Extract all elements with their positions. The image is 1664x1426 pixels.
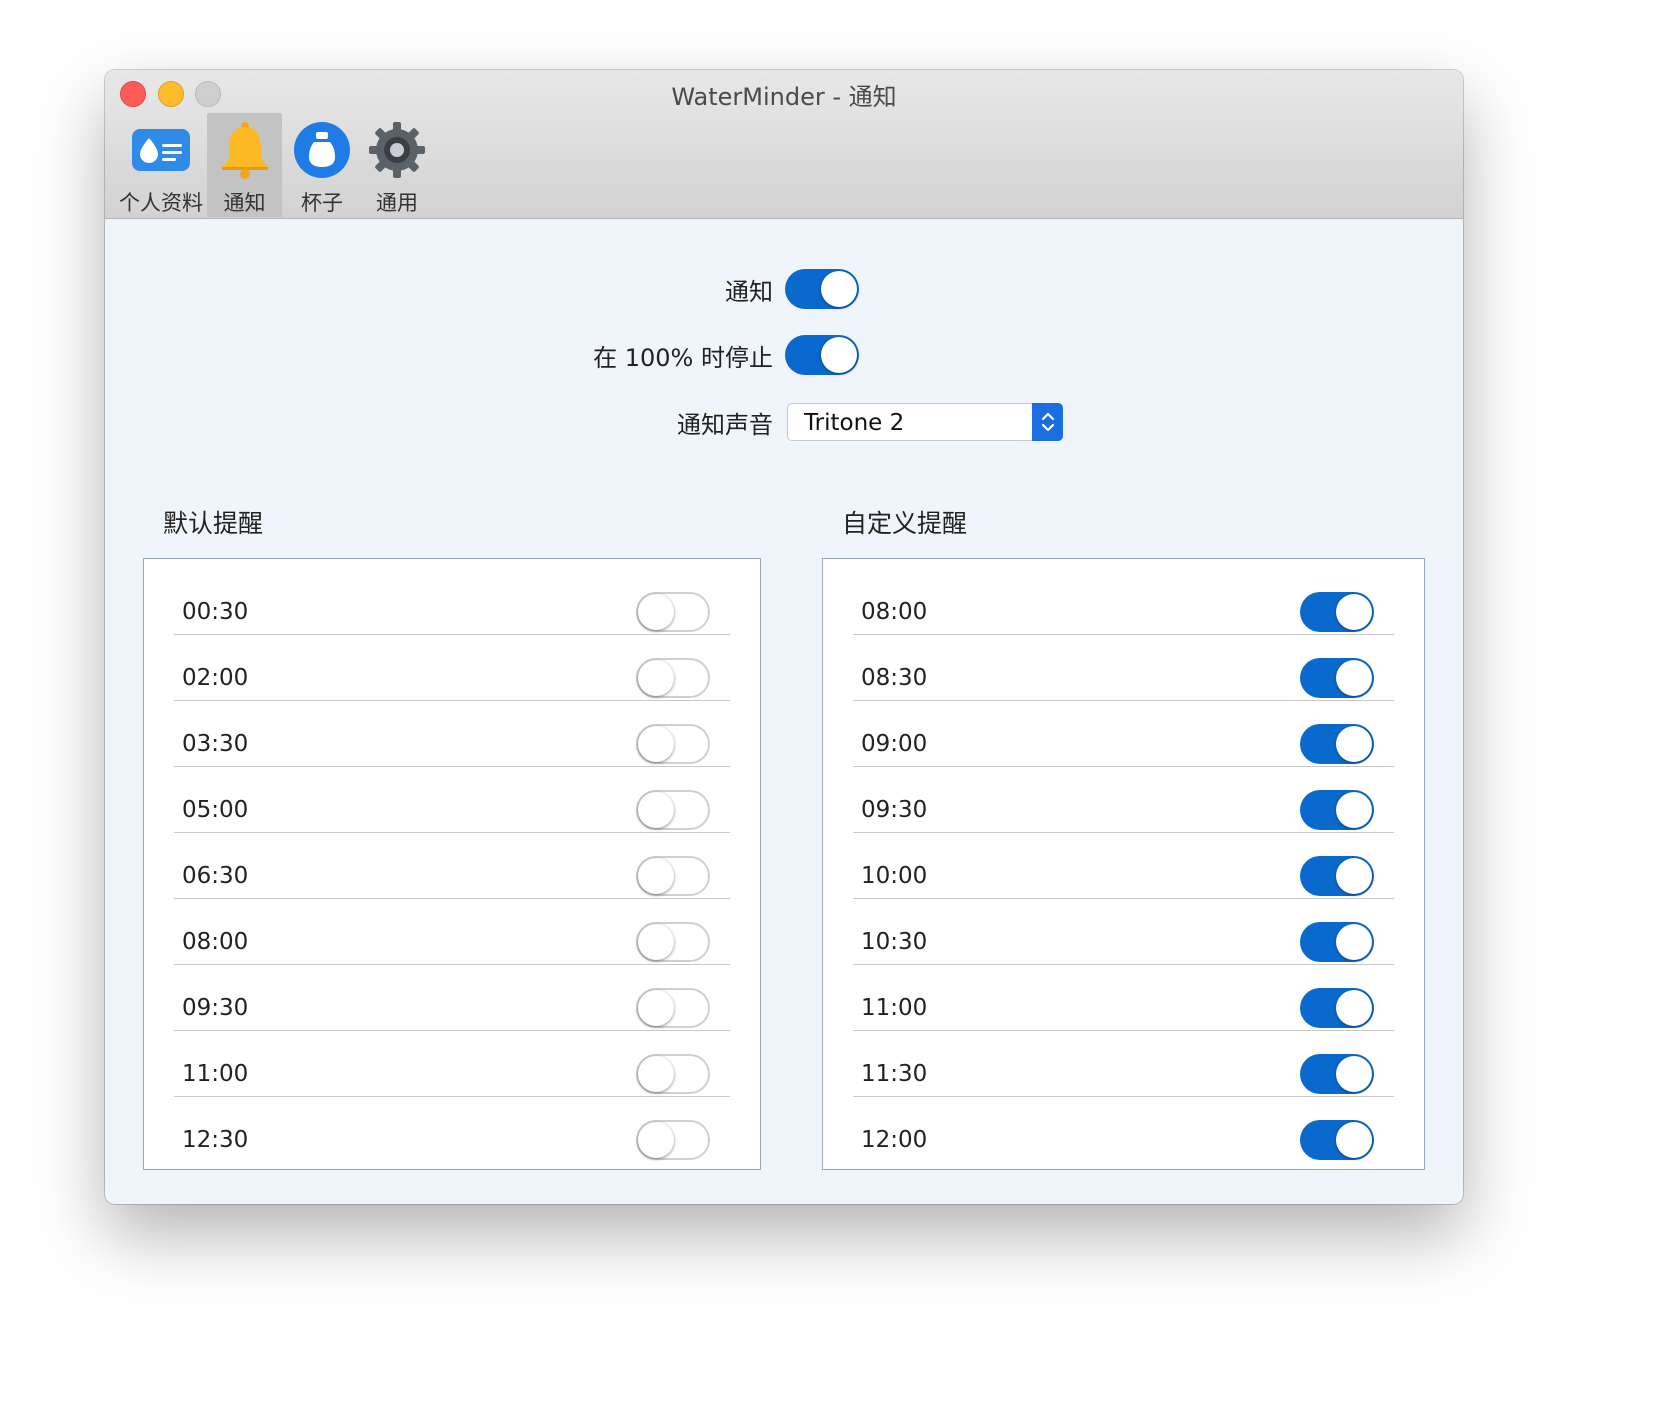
reminder-time: 03:30	[182, 731, 249, 757]
reminder-time: 09:30	[861, 797, 928, 823]
reminder-time: 10:30	[861, 929, 928, 955]
reminder-time: 06:30	[182, 863, 249, 889]
default-reminders-title: 默认提醒	[163, 509, 264, 538]
reminder-toggle[interactable]	[636, 922, 710, 962]
reminder-toggle[interactable]	[636, 724, 710, 764]
reminder-toggle[interactable]	[1300, 724, 1374, 764]
reminder-time: 11:30	[861, 1061, 928, 1087]
preferences-toolbar: 个人资料 通知 杯子 通用	[115, 113, 432, 217]
stop-at-100-label: 在 100% 时停止	[593, 343, 773, 372]
reminder-time: 08:00	[182, 929, 249, 955]
reminder-row: 06:30	[174, 833, 730, 899]
reminder-toggle[interactable]	[636, 658, 710, 698]
reminder-toggle[interactable]	[1300, 922, 1374, 962]
reminder-time: 12:30	[182, 1127, 249, 1153]
reminder-row: 09:00	[853, 701, 1394, 767]
reminder-row: 11:00	[174, 1031, 730, 1097]
reminder-row: 09:30	[853, 767, 1394, 833]
default-reminders-list: 00:30 02:00 03:30 05:00 06:30 08:00 09:30 11:00…	[143, 558, 761, 1170]
reminder-row: 09:30	[174, 965, 730, 1031]
reminder-row: 08:30	[853, 635, 1394, 701]
reminder-toggle[interactable]	[1300, 1120, 1374, 1160]
reminder-row: 03:30	[174, 701, 730, 767]
reminder-time: 00:30	[182, 599, 249, 625]
reminder-row: 11:30	[853, 1031, 1394, 1097]
reminder-time: 08:30	[861, 665, 928, 691]
tab-label: 通知	[223, 191, 266, 215]
window-title: WaterMinder - 通知	[671, 83, 897, 111]
reminder-toggle[interactable]	[1300, 1054, 1374, 1094]
reminder-toggle[interactable]	[636, 856, 710, 896]
reminder-row: 05:00	[174, 767, 730, 833]
notifications-toggle[interactable]	[785, 269, 859, 309]
tab-cups[interactable]: 杯子	[282, 113, 362, 217]
tab-notifications[interactable]: 通知	[207, 113, 282, 217]
tab-label: 个人资料	[119, 191, 203, 215]
reminder-time: 12:00	[861, 1127, 928, 1153]
reminder-toggle[interactable]	[636, 1054, 710, 1094]
reminder-toggle[interactable]	[636, 988, 710, 1028]
reminder-row: 12:30	[174, 1097, 730, 1163]
reminder-time: 11:00	[861, 995, 928, 1021]
reminder-row: 10:30	[853, 899, 1394, 965]
profile-card-icon	[130, 119, 192, 181]
tab-general[interactable]: 通用	[362, 113, 432, 217]
chevron-updown-icon[interactable]	[1032, 403, 1063, 441]
reminder-row: 12:00	[853, 1097, 1394, 1163]
tab-label: 杯子	[301, 191, 343, 215]
tab-profile[interactable]: 个人资料	[115, 113, 207, 217]
reminder-time: 05:00	[182, 797, 249, 823]
reminder-time: 11:00	[182, 1061, 249, 1087]
notifications-pane: 通知 在 100% 时停止 通知声音 Tritone 2 默认提醒 00:30 …	[105, 219, 1463, 1204]
sound-row: 通知声音 Tritone 2	[105, 403, 1063, 441]
reminder-row: 10:00	[853, 833, 1394, 899]
sound-select[interactable]: Tritone 2	[787, 403, 1063, 441]
custom-reminders-title: 自定义提醒	[842, 509, 968, 538]
reminder-toggle[interactable]	[1300, 658, 1374, 698]
reminder-toggle[interactable]	[636, 790, 710, 830]
reminder-toggle[interactable]	[1300, 592, 1374, 632]
sound-select-value: Tritone 2	[804, 410, 905, 436]
reminder-time: 10:00	[861, 863, 928, 889]
reminder-time: 02:00	[182, 665, 249, 691]
reminder-row: 02:00	[174, 635, 730, 701]
reminder-row: 08:00	[174, 899, 730, 965]
reminder-toggle[interactable]	[1300, 790, 1374, 830]
custom-reminders-list: 08:00 08:30 09:00 09:30 10:00 10:30 11:00 11:30…	[822, 558, 1425, 1170]
reminder-toggle[interactable]	[636, 1120, 710, 1160]
reminder-row: 08:00	[853, 569, 1394, 635]
stop-at-100-toggle[interactable]	[785, 335, 859, 375]
notifications-row: 通知	[105, 269, 859, 309]
reminder-toggle[interactable]	[636, 592, 710, 632]
reminder-row: 11:00	[853, 965, 1394, 1031]
tab-label: 通用	[376, 191, 418, 215]
bell-icon	[214, 119, 276, 181]
preferences-window: WaterMinder - 通知 个人资料 通知 杯子 通用 通知 在 100%…	[105, 70, 1463, 1204]
reminder-toggle[interactable]	[1300, 988, 1374, 1028]
title-bar: WaterMinder - 通知 个人资料 通知 杯子 通用	[105, 70, 1463, 219]
reminder-time: 08:00	[861, 599, 928, 625]
reminder-time: 09:00	[861, 731, 928, 757]
sound-label: 通知声音	[677, 410, 773, 439]
reminder-time: 09:30	[182, 995, 249, 1021]
gear-icon	[366, 119, 428, 181]
reminder-toggle[interactable]	[1300, 856, 1374, 896]
cup-icon	[291, 119, 353, 181]
stop-at-100-row: 在 100% 时停止	[105, 335, 859, 375]
notifications-label: 通知	[725, 277, 773, 306]
reminder-row: 00:30	[174, 569, 730, 635]
